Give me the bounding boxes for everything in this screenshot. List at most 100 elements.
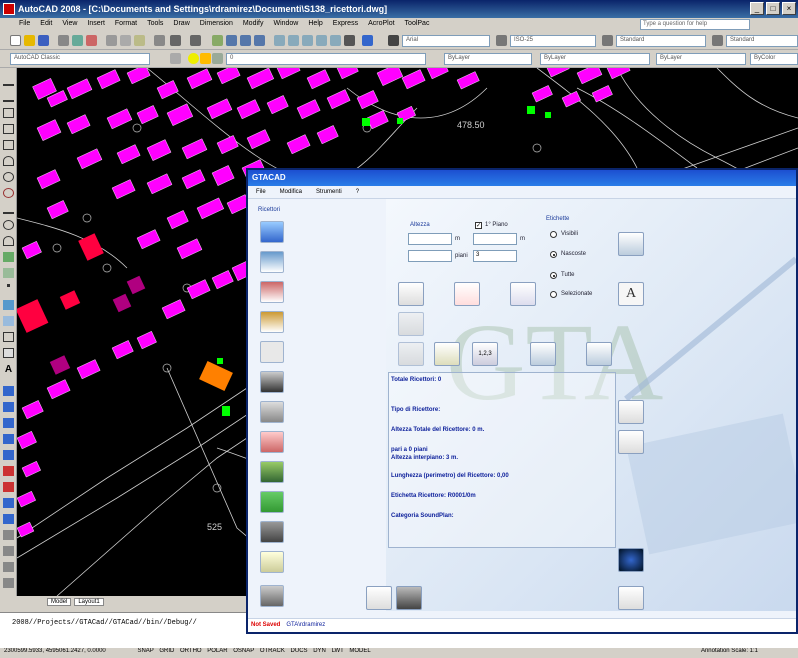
ellipse-arc-icon[interactable] bbox=[3, 236, 14, 246]
menu-edit[interactable]: Edit bbox=[35, 18, 57, 32]
altezza-input[interactable] bbox=[408, 233, 452, 245]
dim-style-icon[interactable] bbox=[496, 35, 507, 46]
ricettore-house-red-icon[interactable] bbox=[260, 281, 284, 303]
ricettore-yellow-icon[interactable] bbox=[260, 551, 284, 573]
menu-window[interactable]: Window bbox=[268, 18, 303, 32]
help-icon[interactable] bbox=[362, 35, 373, 46]
print-icon[interactable] bbox=[58, 35, 69, 46]
search-icon[interactable] bbox=[366, 586, 392, 610]
toggle-lwt[interactable]: LWT bbox=[332, 648, 344, 654]
sheet-set-icon[interactable] bbox=[316, 35, 327, 46]
tab-model[interactable]: Model bbox=[47, 598, 72, 606]
menu-help[interactable]: Help bbox=[303, 18, 327, 32]
gta-menu-modifica[interactable]: Modifica bbox=[280, 189, 302, 198]
tab-layout1[interactable]: Layout1 bbox=[74, 598, 104, 606]
modify-trim-icon[interactable] bbox=[3, 530, 14, 540]
pan-icon[interactable] bbox=[212, 35, 223, 46]
modify-scale-icon[interactable] bbox=[3, 498, 14, 508]
menu-modify[interactable]: Modify bbox=[238, 18, 269, 32]
redo-icon[interactable] bbox=[190, 35, 201, 46]
modify-extend-icon[interactable] bbox=[3, 546, 14, 556]
report-icon[interactable] bbox=[618, 400, 644, 424]
ellipse-icon[interactable] bbox=[3, 220, 14, 230]
radio-visibili[interactable] bbox=[550, 231, 557, 238]
edit-ricettore-icon[interactable] bbox=[510, 282, 536, 306]
piani-input[interactable] bbox=[408, 250, 452, 262]
cut-icon[interactable] bbox=[106, 35, 117, 46]
text-style-font-icon[interactable]: A bbox=[618, 282, 644, 306]
spline-icon[interactable] bbox=[3, 204, 14, 214]
publish-icon[interactable] bbox=[86, 35, 97, 46]
ricettore-factory-icon[interactable] bbox=[260, 311, 284, 333]
modify-erase-icon[interactable] bbox=[3, 386, 14, 396]
line-icon[interactable] bbox=[3, 76, 14, 86]
multileader-style-icon[interactable] bbox=[712, 35, 723, 46]
calculator-icon[interactable] bbox=[344, 35, 355, 46]
color-combo[interactable]: ByLayer bbox=[444, 53, 532, 65]
table-style-combo[interactable]: Standard bbox=[616, 35, 706, 47]
table-style-icon[interactable] bbox=[602, 35, 613, 46]
lineweight-combo[interactable]: ByLayer bbox=[656, 53, 746, 65]
modify-offset-icon[interactable] bbox=[3, 434, 14, 444]
primo-piano-checkbox[interactable]: ✓ bbox=[475, 222, 482, 229]
radio-selezionate[interactable] bbox=[550, 291, 557, 298]
menu-insert[interactable]: Insert bbox=[82, 18, 110, 32]
markup-icon[interactable] bbox=[330, 35, 341, 46]
menu-draw[interactable]: Draw bbox=[168, 18, 194, 32]
layer-combo[interactable]: 0 bbox=[226, 53, 426, 65]
draw-ricettore-icon[interactable] bbox=[398, 282, 424, 306]
measure-icon[interactable] bbox=[618, 586, 644, 610]
save-icon[interactable] bbox=[38, 35, 49, 46]
modify-explode-icon[interactable] bbox=[3, 578, 14, 588]
layer-lock-icon[interactable] bbox=[212, 53, 223, 64]
ricettore-house-blue-icon[interactable] bbox=[260, 221, 284, 243]
zoom-window-icon[interactable] bbox=[240, 35, 251, 46]
dim-style-combo[interactable]: ISO-25 bbox=[510, 35, 596, 47]
ricettore-green-area-icon[interactable] bbox=[260, 491, 284, 513]
toggle-ortho[interactable]: ORTHO bbox=[180, 648, 202, 654]
modify-mirror-icon[interactable] bbox=[3, 418, 14, 428]
ricettore-empty-icon[interactable] bbox=[260, 341, 284, 363]
interpiano-input[interactable]: 3 bbox=[473, 250, 517, 262]
ricettore-columns-icon[interactable] bbox=[260, 401, 284, 423]
modify-break-icon[interactable] bbox=[3, 562, 14, 572]
modify-stretch-icon[interactable] bbox=[3, 514, 14, 524]
toggle-snap[interactable]: SNAP bbox=[137, 648, 153, 654]
gta-menu-help[interactable]: ? bbox=[356, 189, 359, 198]
make-block-icon[interactable] bbox=[3, 268, 14, 278]
layer-on-icon[interactable] bbox=[188, 53, 199, 64]
toggle-polar[interactable]: POLAR bbox=[207, 648, 227, 654]
menu-view[interactable]: View bbox=[57, 18, 82, 32]
rectangle-icon[interactable] bbox=[3, 140, 14, 150]
menu-dimension[interactable]: Dimension bbox=[195, 18, 238, 32]
mtext-icon[interactable]: A bbox=[3, 364, 14, 375]
zoom-ricettore-icon[interactable] bbox=[586, 342, 612, 366]
table-icon[interactable] bbox=[3, 348, 14, 358]
ricettore-house-white-icon[interactable] bbox=[260, 251, 284, 273]
gta-menu-strumenti[interactable]: Strumenti bbox=[316, 189, 342, 198]
radio-tutte[interactable] bbox=[550, 272, 557, 279]
gta-menu-file[interactable]: File bbox=[256, 189, 266, 198]
toggle-ducs[interactable]: DUCS bbox=[291, 648, 308, 654]
ricettore-wall-icon[interactable] bbox=[260, 521, 284, 543]
linetype-combo[interactable]: ByLayer bbox=[540, 53, 650, 65]
menu-tools[interactable]: Tools bbox=[142, 18, 168, 32]
modify-move-icon[interactable] bbox=[3, 466, 14, 476]
soundplan-export-icon[interactable] bbox=[618, 548, 644, 572]
edit-report-icon[interactable] bbox=[618, 430, 644, 454]
copy-icon[interactable] bbox=[120, 35, 131, 46]
menu-express[interactable]: Express bbox=[328, 18, 363, 32]
point-icon[interactable] bbox=[7, 284, 10, 287]
toggle-osnap[interactable]: OSNAP bbox=[233, 648, 254, 654]
autocad-logo-icon[interactable] bbox=[3, 3, 15, 15]
menu-toolpac[interactable]: ToolPac bbox=[400, 18, 435, 32]
zoom-previous-icon[interactable] bbox=[254, 35, 265, 46]
layer-freeze-icon[interactable] bbox=[200, 53, 211, 64]
minimize-button[interactable]: _ bbox=[750, 2, 764, 15]
tool-palettes-icon[interactable] bbox=[302, 35, 313, 46]
ricettore-park-icon[interactable] bbox=[260, 461, 284, 483]
multileader-style-combo[interactable]: Standard bbox=[726, 35, 798, 47]
region-icon[interactable] bbox=[3, 332, 14, 342]
construction-line-icon[interactable] bbox=[3, 92, 14, 102]
match-properties-icon[interactable] bbox=[154, 35, 165, 46]
